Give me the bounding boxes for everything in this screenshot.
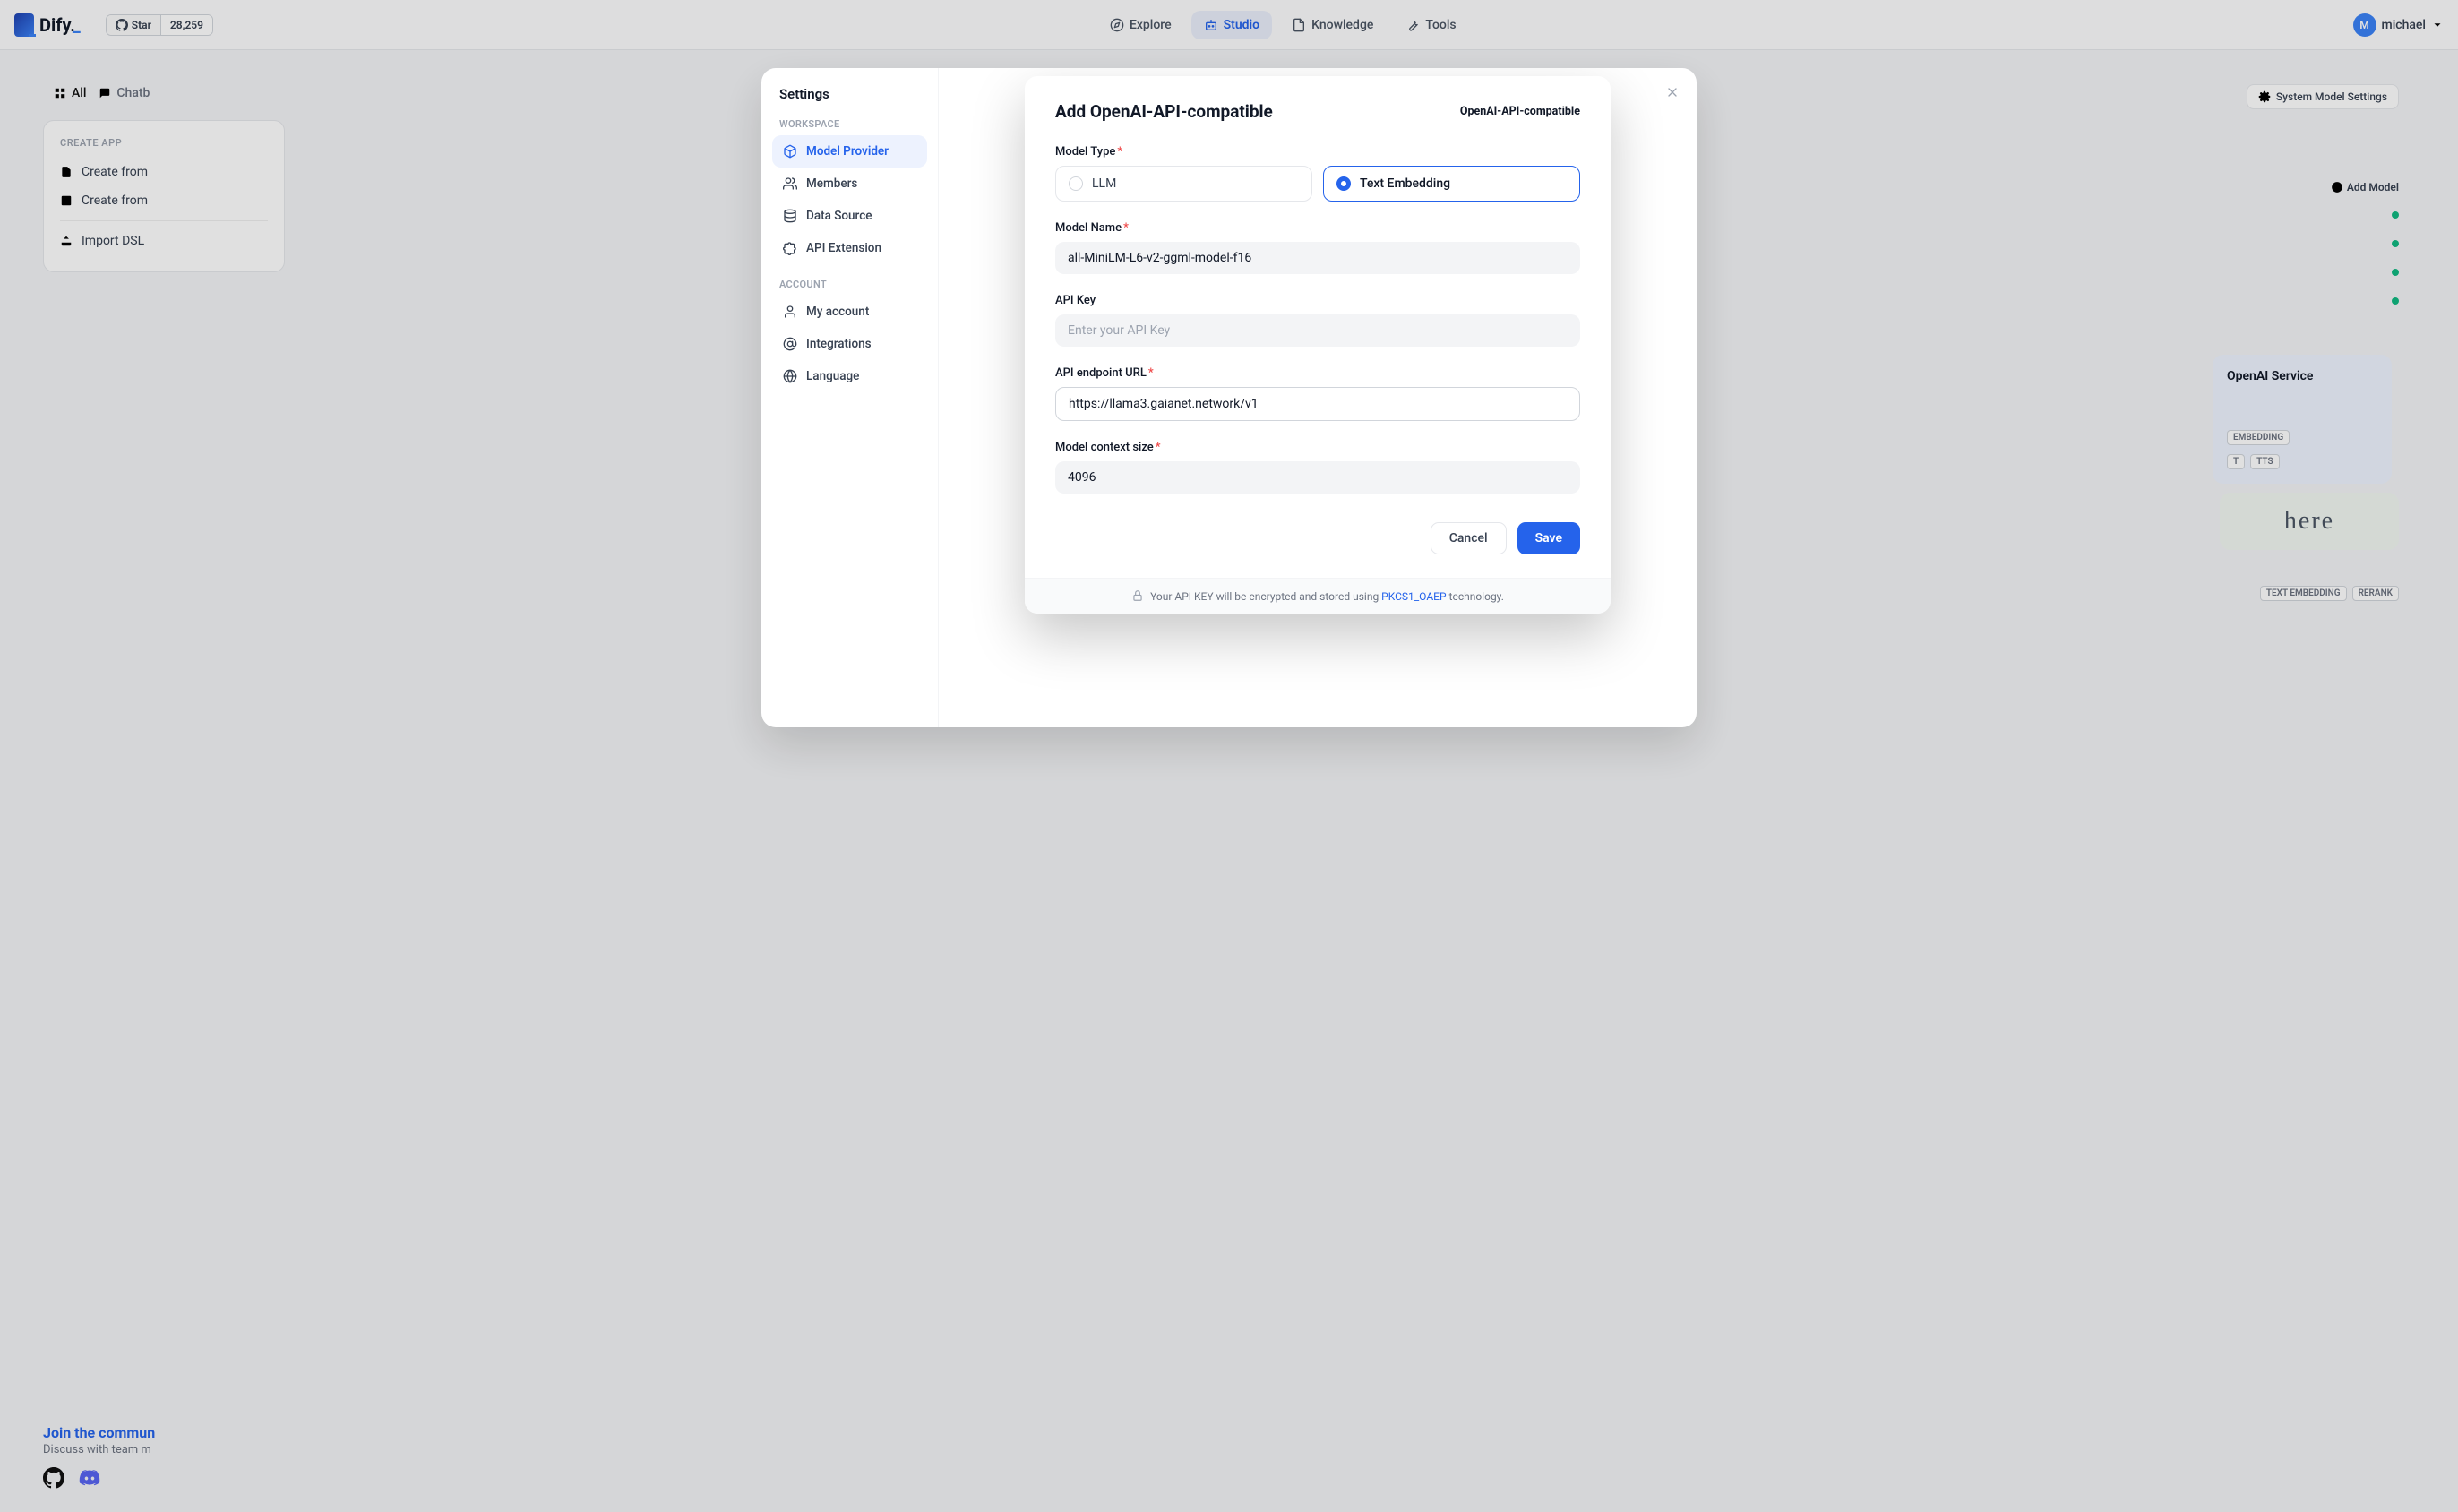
close-icon	[1665, 85, 1680, 99]
cancel-button[interactable]: Cancel	[1431, 522, 1507, 554]
model-name-input[interactable]	[1055, 242, 1580, 274]
workspace-section-label: WORKSPACE	[779, 118, 920, 130]
radio-icon	[1336, 176, 1351, 191]
settings-sidebar: Settings WORKSPACE Model Provider Member…	[761, 68, 939, 727]
sidebar-item-api-extension[interactable]: API Extension	[772, 232, 927, 264]
close-button[interactable]	[1661, 81, 1684, 104]
globe-icon	[783, 369, 797, 383]
model-name-label: Model Name*	[1055, 221, 1580, 235]
sidebar-item-integrations[interactable]: Integrations	[772, 328, 927, 360]
lock-icon	[1131, 589, 1144, 602]
model-type-embedding-option[interactable]: Text Embedding	[1323, 166, 1580, 202]
endpoint-input[interactable]	[1055, 387, 1580, 421]
model-type-llm-option[interactable]: LLM	[1055, 166, 1312, 202]
sidebar-item-members[interactable]: Members	[772, 168, 927, 200]
dialog-title: Add OpenAI-API-compatible	[1055, 101, 1273, 122]
sidebar-item-language[interactable]: Language	[772, 360, 927, 392]
settings-modal: Settings WORKSPACE Model Provider Member…	[761, 68, 1697, 727]
pkcs-link[interactable]: PKCS1_OAEP	[1381, 590, 1446, 603]
sidebar-item-model-provider[interactable]: Model Provider	[772, 135, 927, 168]
radio-icon	[1069, 176, 1083, 191]
api-key-label: API Key	[1055, 294, 1580, 307]
api-key-input[interactable]	[1055, 314, 1580, 347]
sidebar-item-my-account[interactable]: My account	[772, 296, 927, 328]
at-icon	[783, 337, 797, 351]
encryption-note: Your API KEY will be encrypted and store…	[1025, 578, 1611, 614]
account-section-label: ACCOUNT	[779, 279, 920, 290]
save-button[interactable]: Save	[1517, 522, 1580, 554]
model-type-label: Model Type*	[1055, 145, 1580, 159]
provider-label: OpenAI-API-compatible	[1460, 105, 1580, 118]
add-model-dialog: Add OpenAI-API-compatible OpenAI-API-com…	[1025, 76, 1611, 614]
sidebar-item-data-source[interactable]: Data Source	[772, 200, 927, 232]
context-label: Model context size*	[1055, 441, 1580, 454]
modal-overlay: Settings WORKSPACE Model Provider Member…	[0, 0, 2458, 1512]
puzzle-icon	[783, 241, 797, 255]
cube-icon	[783, 144, 797, 159]
user-icon	[783, 305, 797, 319]
context-input[interactable]	[1055, 461, 1580, 494]
database-icon	[783, 209, 797, 223]
settings-title: Settings	[779, 86, 920, 102]
endpoint-label: API endpoint URL*	[1055, 366, 1580, 380]
users-icon	[783, 176, 797, 191]
settings-main: Add OpenAI-API-compatible OpenAI-API-com…	[939, 68, 1697, 727]
